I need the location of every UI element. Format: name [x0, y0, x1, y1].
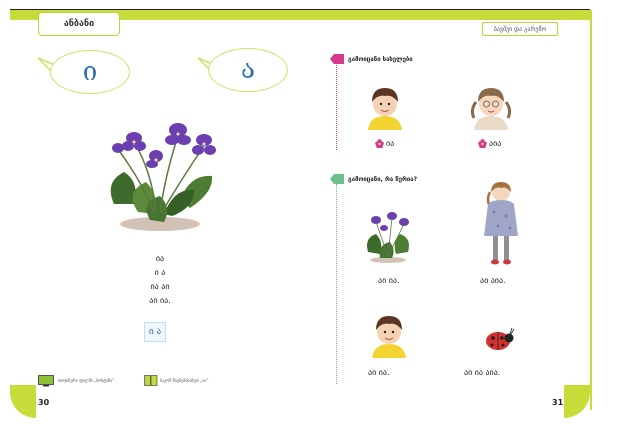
word-row: ი ა	[154, 268, 166, 277]
word-row: ია	[155, 254, 165, 263]
footnote-film: თოჯინური ფილმი „ბოსტანი“.	[58, 378, 116, 383]
letter-bubble-a: ა	[208, 48, 288, 92]
caption-text: აი აია.	[480, 276, 506, 285]
boy-portrait	[372, 316, 406, 358]
right-edge-band	[590, 10, 592, 410]
book-icon	[144, 375, 158, 386]
pink-flower-icon	[375, 139, 384, 148]
page-number-right: 31	[552, 398, 564, 407]
task-1-label: გამოიცანი სახელები	[348, 55, 413, 63]
green-pencil-icon	[330, 174, 344, 184]
task-1-heading: გამოიცანი სახელები	[330, 54, 413, 64]
pink-pencil-icon	[330, 54, 344, 64]
corner-decor-left	[10, 385, 36, 418]
letter-bubble-i: ი	[50, 50, 130, 94]
caption-text: აი ია აია.	[464, 368, 501, 377]
ladybug-icon	[486, 327, 515, 350]
word-row: აი ია.	[149, 296, 171, 305]
section-title: ბავშვი და გარემო	[482, 22, 558, 36]
pink-flower-icon	[478, 139, 487, 148]
task-2-guide-line	[336, 184, 337, 384]
caption-sentence-2: აი აია.	[480, 276, 506, 285]
caption-text: აია	[489, 139, 502, 148]
girl-portrait	[470, 88, 512, 130]
task-1-guide-line	[336, 62, 337, 150]
letter-card: ი ა	[144, 322, 166, 342]
violet-flower-icon	[110, 123, 216, 231]
boy-portrait	[368, 88, 402, 130]
caption-text: აი ია.	[378, 276, 400, 285]
word-row: ია აი	[150, 282, 170, 291]
caption-name-2: აია	[478, 139, 501, 148]
caption-sentence-1: აი ია.	[378, 276, 400, 285]
caption-text: ია	[386, 139, 395, 148]
header-band-right	[310, 10, 590, 20]
footnote-book: საკონ წიგნებისაზეთ „ია“.	[160, 378, 210, 383]
task-2-heading: გამოიცანი, რა წერია?	[330, 174, 417, 184]
caption-sentence-3: აი ია.	[368, 368, 390, 377]
chapter-title: ანბანი	[38, 12, 120, 36]
page-number-left: 30	[38, 398, 50, 407]
task-2-label: გამოიცანი, რა წერია?	[348, 175, 418, 183]
corner-decor-right	[564, 385, 590, 418]
caption-sentence-4: აი ია აია.	[464, 368, 500, 377]
tv-icon	[38, 375, 54, 387]
caption-name-1: ია	[375, 139, 394, 148]
small-violet-icon	[367, 212, 409, 263]
word-list: ია ი ა ია აი აი ია.	[120, 252, 200, 308]
textbook-spread: ანბანი ბავშვი და გარემო ი ა ია ი ა ია აი…	[0, 0, 620, 432]
caption-text: აი ია.	[368, 368, 390, 377]
standing-girl-icon	[484, 182, 518, 265]
